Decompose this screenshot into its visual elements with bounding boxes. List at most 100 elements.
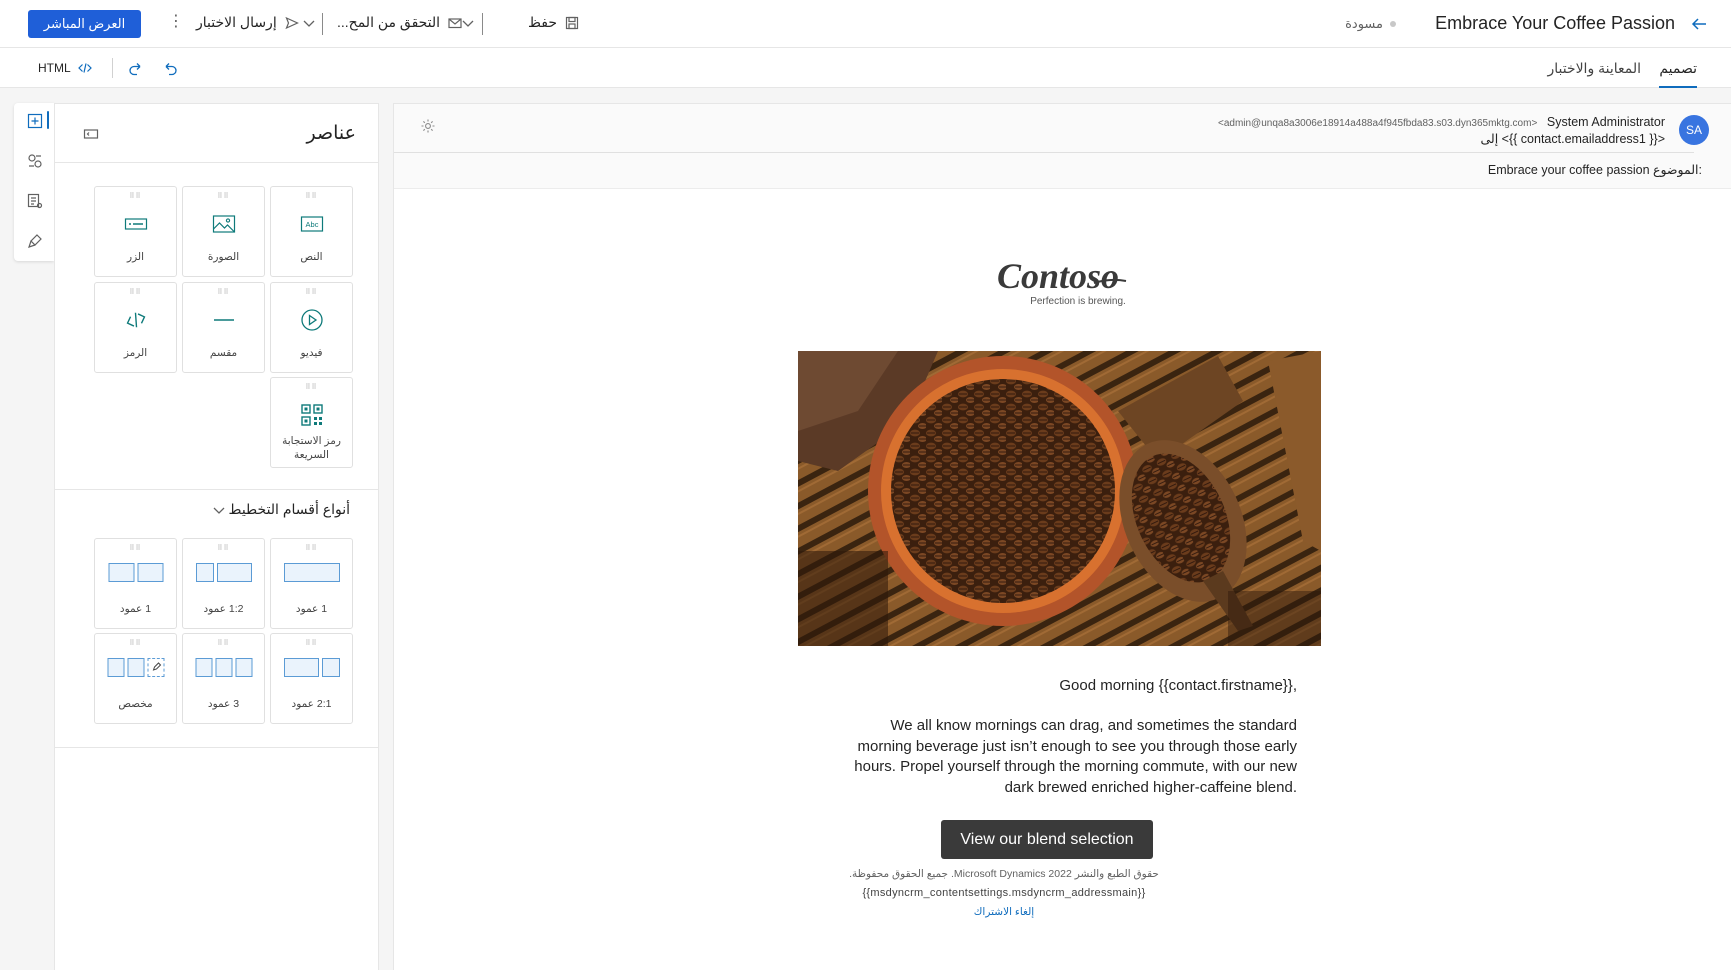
chevron-down-icon	[213, 504, 225, 516]
drag-grip-icon: ⠿⠿	[305, 193, 318, 200]
layout-two-column[interactable]: ⠿⠿ 1 عمود	[94, 538, 177, 629]
element-label: مقسم	[209, 347, 238, 359]
tab-design[interactable]: تصميم	[1659, 60, 1697, 88]
address-token: {{msdyncrm_contentsettings.msdyncrm_addr…	[862, 887, 1146, 899]
layout-label: 2:1 عمود	[291, 698, 332, 710]
html-label: HTML	[38, 61, 71, 75]
send-test-button[interactable]: إرسال الاختبار	[196, 14, 299, 31]
code-icon	[124, 308, 148, 332]
element-code[interactable]: ⠿⠿ الرمز	[94, 282, 177, 373]
layouts-section-toggle[interactable]: أنواع أقسام التخطيط	[213, 501, 350, 518]
divider	[55, 489, 378, 490]
send-icon	[285, 16, 299, 30]
video-icon	[300, 308, 324, 332]
drag-grip-icon: ⠿⠿	[305, 545, 318, 552]
logo-tagline: Perfection is brewing.	[1030, 296, 1126, 307]
element-button[interactable]: ⠿⠿ الزر	[94, 186, 177, 277]
logo-wordmark: Contoso	[997, 256, 1119, 296]
layout-custom-icon	[107, 658, 164, 677]
properties-icon[interactable]	[27, 193, 43, 209]
element-label: فيديو	[300, 347, 323, 359]
element-label: الصورة	[207, 251, 240, 263]
text-icon: Abc	[300, 212, 324, 236]
toolbar-divider	[482, 13, 483, 35]
tab-preview-test[interactable]: المعاينة والاختبار	[1547, 60, 1641, 77]
drag-grip-icon: ⠿⠿	[129, 193, 142, 200]
command-bar: Embrace Your Coffee Passion مسودة حفظ ال…	[0, 0, 1731, 48]
element-image[interactable]: ⠿⠿ الصورة	[182, 186, 265, 277]
copyright-text: حقوق الطبع والنشر 2022 Microsoft Dynamic…	[849, 868, 1159, 880]
subject-value: Embrace your coffee passion	[1487, 163, 1650, 177]
layout-label: 1 عمود	[119, 603, 152, 615]
contoso-logo[interactable]: Contoso Perfection is brewing.	[966, 256, 1146, 312]
html-view-button[interactable]: HTML	[38, 61, 92, 75]
go-live-button[interactable]: العرض المباشر	[28, 10, 141, 38]
element-divider[interactable]: ⠿⠿ مقسم	[182, 282, 265, 373]
styles-brush-icon[interactable]	[27, 233, 43, 249]
button-icon	[124, 212, 148, 236]
save-label: حفظ	[528, 14, 558, 30]
drag-grip-icon: ⠿⠿	[129, 289, 142, 296]
hero-image[interactable]	[798, 351, 1321, 646]
email-header: SA <admin@unqa8a3006e18914a488a4f945fbda…	[394, 104, 1731, 189]
layout-label: مخصص	[118, 698, 153, 710]
more-options-icon[interactable]: ⋮	[168, 14, 184, 30]
email-greeting[interactable]: Good morning {{contact.firstname}},	[874, 677, 1297, 694]
drag-grip-icon: ⠿⠿	[217, 545, 230, 552]
element-qr-code[interactable]: ⠿⠿ رمز الاستجابة السريعة	[270, 377, 353, 468]
svg-text:Abc: Abc	[305, 220, 318, 229]
add-elements-icon[interactable]	[27, 113, 43, 129]
page-title: Embrace Your Coffee Passion	[1435, 13, 1675, 33]
undo-icon[interactable]	[161, 59, 179, 77]
mail-check-icon	[448, 16, 462, 30]
rail-active-indicator	[47, 111, 49, 129]
sender-name: System Administrator	[1546, 115, 1665, 129]
toolbar-divider	[322, 13, 323, 35]
subject-line[interactable]: Embrace your coffee passion الموضوع:	[1488, 162, 1702, 177]
save-icon	[565, 16, 579, 30]
element-label: النص	[300, 251, 323, 263]
cta-button[interactable]: View our blend selection	[941, 820, 1153, 859]
status-label: مسودة	[1345, 16, 1383, 31]
save-button[interactable]: حفظ	[528, 14, 579, 31]
sender-block[interactable]: <admin@unqa8a3006e18914a488a4f945fbda83.…	[1218, 114, 1665, 146]
layout-1-2-column[interactable]: ⠿⠿ 1:2 عمود	[182, 538, 265, 629]
drag-grip-icon: ⠿⠿	[217, 193, 230, 200]
divider	[394, 152, 1694, 153]
divider-icon	[212, 308, 236, 332]
personalization-icon[interactable]	[27, 153, 43, 169]
divider	[55, 747, 378, 748]
gear-icon[interactable]	[420, 118, 436, 134]
layout-custom[interactable]: ⠿⠿ مخصص	[94, 633, 177, 724]
drag-grip-icon: ⠿⠿	[305, 640, 318, 647]
subject-label: الموضوع:	[1653, 163, 1702, 177]
editor-toolbar: تصميم المعاينة والاختبار HTML	[0, 48, 1731, 88]
layout-2-1-column[interactable]: ⠿⠿ 2:1 عمود	[270, 633, 353, 724]
drag-grip-icon: ⠿⠿	[129, 545, 142, 552]
layouts-title: أنواع أقسام التخطيط	[228, 501, 350, 517]
send-chevron-down-icon[interactable]	[303, 17, 315, 29]
back-arrow-icon[interactable]	[1689, 14, 1709, 34]
drag-grip-icon: ⠿⠿	[305, 289, 318, 296]
layout-1-2-column-icon	[195, 563, 252, 582]
element-label: الرمز	[123, 347, 148, 359]
layout-label: 3 عمود	[207, 698, 240, 710]
unsubscribe-link[interactable]: إلغاء الاشتراك	[834, 906, 1174, 918]
check-chevron-down-icon[interactable]	[462, 17, 474, 29]
layout-3-column-icon	[195, 658, 252, 677]
check-content-button[interactable]: التحقق من المح...	[337, 14, 462, 31]
side-rail	[14, 103, 54, 261]
layout-1-column-icon	[283, 563, 340, 582]
drag-grip-icon: ⠿⠿	[129, 640, 142, 647]
redo-icon[interactable]	[127, 59, 145, 77]
element-label: الزر	[127, 251, 144, 263]
layout-one-column[interactable]: ⠿⠿ 1 عمود	[270, 538, 353, 629]
element-text[interactable]: ⠿⠿ Abc النص	[270, 186, 353, 277]
recipient-line: إلى <{{ contact.emailaddress1 }}>	[1480, 132, 1666, 146]
layout-three-column[interactable]: ⠿⠿ 3 عمود	[182, 633, 265, 724]
drag-grip-icon: ⠿⠿	[305, 384, 318, 391]
collapse-panel-icon[interactable]	[83, 126, 99, 142]
divider	[55, 162, 378, 163]
element-video[interactable]: ⠿⠿ فيديو	[270, 282, 353, 373]
email-body-text[interactable]: We all know mornings can drag, and somet…	[834, 716, 1297, 798]
